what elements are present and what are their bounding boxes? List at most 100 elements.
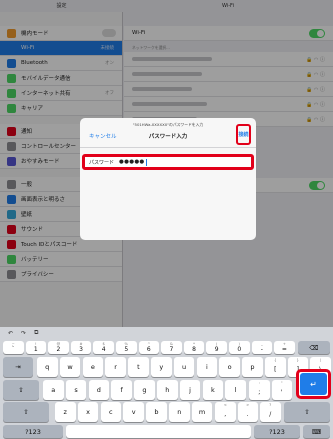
key-label: 6 [146,346,151,353]
key-secondary-label: @ [56,342,61,346]
join-button[interactable]: 接続 [236,124,251,145]
symbol-key[interactable]: <, [215,402,236,422]
mode-switch-key[interactable]: ?123 [3,425,63,438]
key-secondary-label: + [282,342,286,346]
key-label: ` [11,346,15,353]
number-key[interactable]: ^ 6 [138,341,160,354]
letter-key[interactable]: k [202,380,224,400]
letter-key[interactable]: i [196,357,218,377]
shift-key-right[interactable]: ⇧ [284,402,330,422]
letter-key[interactable]: m [191,402,213,422]
letter-key[interactable]: t [128,357,149,377]
join-button-label: 接続 [238,132,249,138]
password-input[interactable]: ●●●●● [119,159,145,165]
key-label: k [210,386,215,394]
key-secondary-label: $ [102,342,105,346]
key-secondary-label: } [296,358,299,362]
return-key[interactable]: ↵ [296,369,331,399]
symbol-key[interactable]: >. [237,402,258,422]
key-label: n [177,408,182,416]
key-secondary-label: # [79,342,83,346]
key-label: o [227,363,232,371]
key-secondary-label: ) [238,342,240,346]
letter-key[interactable]: o [219,357,240,377]
symbol-key[interactable]: {[ [265,357,286,377]
key-label: z [63,408,67,416]
letter-key[interactable]: b [146,402,167,422]
letter-key[interactable]: l [225,380,246,400]
shift-key[interactable]: ⇧ [3,402,49,422]
number-key[interactable]: $4 [93,341,114,354]
key-label: ⇧ [304,408,310,416]
number-key[interactable]: @2 [48,341,69,354]
letter-key[interactable]: v [123,402,144,422]
paste-icon[interactable]: ⧉ [34,329,38,337]
letter-key[interactable]: j [179,380,201,400]
number-key[interactable]: _ - [251,341,273,354]
key-label: l [234,386,237,394]
key-secondary-label: _ [260,342,263,346]
key-label: ⇪ [18,386,24,394]
symbol-key[interactable]: " ' [271,380,292,400]
space-key[interactable] [66,425,251,438]
number-key[interactable]: ) 0 [229,341,250,354]
letter-key[interactable]: g [134,380,155,400]
number-key[interactable]: (9 [206,341,227,354]
key-label: s [74,386,78,394]
delete-key[interactable]: ⌫ [298,341,330,354]
hide-keyboard-key[interactable]: ⌨ [303,425,330,438]
letter-key[interactable]: s [65,380,87,400]
key-secondary-label: & [170,342,173,346]
key-label: q [45,363,50,371]
key-label: g [142,386,147,394]
key-label: ⇧ [23,408,29,416]
symbol-key[interactable]: :; [249,380,270,400]
number-key[interactable]: % 5 [116,341,137,354]
number-key[interactable]: ! 1 [25,341,47,354]
letter-key[interactable]: e [82,357,104,377]
key-secondary-label: ! [35,342,37,346]
letter-key[interactable]: f [111,380,132,400]
tab-key[interactable]: ⇥ [3,357,33,377]
key-secondary-label: < [223,403,227,407]
letter-key[interactable]: h [157,380,178,400]
number-key[interactable]: & 7 [161,341,182,354]
letter-key[interactable]: c [100,402,122,422]
key-label: f [120,386,123,394]
letter-key[interactable]: a [43,380,64,400]
key-label: e [90,363,95,371]
number-key[interactable]: * 8 [183,341,205,354]
number-key[interactable]: ~ ` [3,341,24,354]
key-secondary-label: ( [215,342,218,346]
key-secondary-label: ? [269,403,272,407]
mode-switch-key[interactable]: ?123 [254,425,300,438]
password-dialog: "501HWa-XXXXXX"のパスワードを入力 キャンセル パスワード入力 接… [80,118,256,240]
letter-key[interactable]: n [169,402,190,422]
password-field[interactable]: パスワード ●●●●● [82,154,254,170]
letter-key[interactable]: z [55,402,76,422]
number-key[interactable]: #3 [70,341,92,354]
letter-key[interactable]: u [173,357,195,377]
key-secondary-label: % [124,342,128,346]
letter-key[interactable]: r [105,357,126,377]
letter-key[interactable]: q [37,357,58,377]
caps-lock-key[interactable]: ⇪ [3,380,39,400]
letter-key[interactable]: y [151,357,172,377]
undo-icon[interactable]: ↶ [8,330,13,337]
letter-key[interactable]: p [242,357,263,377]
letter-key[interactable]: d [88,380,110,400]
letter-key[interactable]: w [59,357,81,377]
letter-key[interactable]: x [77,402,99,422]
key-label: t [137,363,140,371]
key-label: 8 [192,346,196,353]
key-label: ⌨ [311,427,322,436]
password-label: パスワード [89,159,115,166]
key-label: b [154,408,159,416]
key-label: ; [258,388,261,396]
key-label: v [131,408,136,416]
number-key[interactable]: + = [274,341,295,354]
key-label: , [224,410,227,418]
key-label: m [198,408,206,416]
symbol-key[interactable]: ? / [260,402,281,422]
redo-icon[interactable]: ↷ [21,330,26,337]
